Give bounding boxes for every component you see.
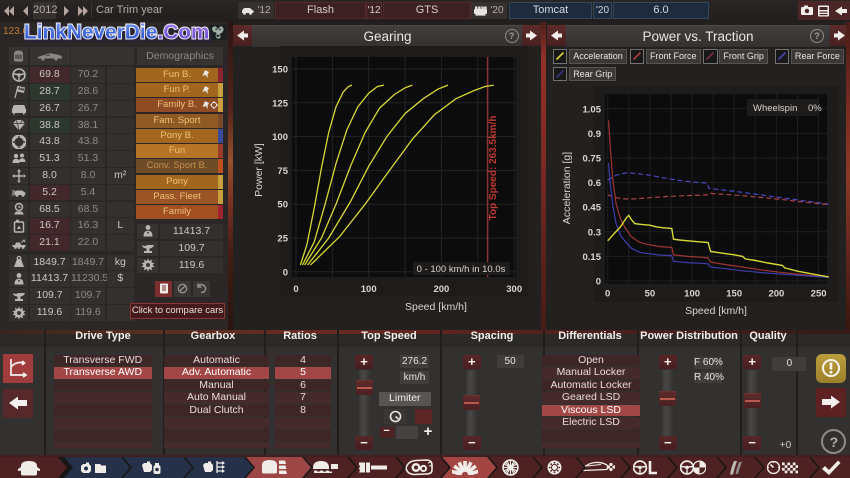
- svg-text:0 - 100 km/h in 10.0s: 0 - 100 km/h in 10.0s: [417, 264, 506, 275]
- svg-text:125: 125: [272, 98, 289, 109]
- svg-text:250: 250: [811, 289, 827, 300]
- svg-text:75: 75: [277, 166, 288, 177]
- svg-text:0.75: 0.75: [583, 154, 602, 165]
- svg-text:Acceleration [g]: Acceleration [g]: [561, 152, 573, 224]
- svg-text:100: 100: [272, 132, 288, 143]
- svg-text:1.05: 1.05: [583, 104, 602, 115]
- svg-text:150: 150: [726, 289, 742, 300]
- svg-text:100: 100: [361, 284, 377, 295]
- svg-text:200: 200: [433, 284, 449, 295]
- svg-text:50: 50: [277, 200, 288, 211]
- svg-text:LinkNeverDie.Com: LinkNeverDie.Com: [24, 21, 210, 44]
- svg-text:0.15: 0.15: [583, 252, 602, 263]
- svg-text:0.9: 0.9: [588, 129, 601, 140]
- svg-text:200: 200: [768, 289, 784, 300]
- svg-text:0.6: 0.6: [588, 178, 601, 189]
- svg-text:Wheelspin: Wheelspin: [753, 103, 797, 114]
- svg-text:300: 300: [506, 284, 522, 295]
- svg-text:Power [kW]: Power [kW]: [253, 143, 265, 197]
- svg-text:0: 0: [605, 289, 610, 300]
- svg-text:0.3: 0.3: [588, 227, 601, 238]
- svg-text:100: 100: [684, 289, 700, 300]
- svg-text:0: 0: [596, 277, 601, 288]
- svg-text:Top Speed: 263.5km/h: Top Speed: 263.5km/h: [488, 116, 499, 221]
- svg-text:0%: 0%: [808, 103, 822, 114]
- svg-text:25: 25: [277, 234, 288, 245]
- svg-text:0: 0: [293, 284, 298, 295]
- svg-text:Speed [km/h]: Speed [km/h]: [405, 301, 467, 313]
- svg-text:Speed [km/h]: Speed [km/h]: [685, 305, 747, 317]
- svg-text:0: 0: [283, 267, 288, 278]
- svg-text:0.45: 0.45: [583, 203, 602, 214]
- svg-text:50: 50: [645, 289, 656, 300]
